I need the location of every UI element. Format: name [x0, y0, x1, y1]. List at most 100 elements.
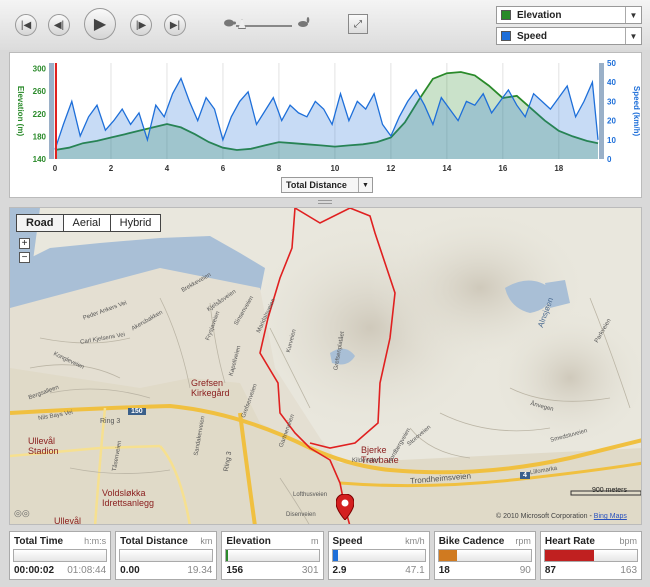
stat-speed: Speed km/h 2.9 47.1 [327, 531, 430, 580]
stat-value: 0.00 [120, 565, 140, 576]
right-axis-title: Speed (km/h) [632, 86, 641, 137]
stat-gauge-fill [332, 550, 339, 561]
map-copyright: © 2010 Microsoft Corporation - Bing Maps [496, 513, 627, 520]
location-pin-icon[interactable] [336, 494, 354, 520]
y-tick-label-right: 50 [607, 59, 616, 68]
stat-gauge-fill [544, 550, 594, 561]
map-logo: ◎◎ [14, 508, 30, 518]
stat-unit: km [200, 536, 213, 546]
stat-name: Speed [332, 536, 363, 547]
y-tick-label-right: 20 [607, 117, 616, 126]
tab-aerial[interactable]: Aerial [64, 215, 111, 231]
stat-gauge-fill [438, 550, 458, 561]
stat-elevation: Elevation m 156 301 [221, 531, 324, 580]
y-tick-label-right: 30 [607, 97, 616, 106]
chevron-down-icon: ▼ [358, 178, 372, 192]
road-shield: 150 [128, 408, 146, 415]
skip-to-start-icon: |◀ [20, 19, 32, 31]
stat-max: 19.34 [187, 565, 213, 576]
stat-unit: h:m:s [84, 536, 107, 546]
stat-max: 90 [519, 565, 531, 576]
street-label: Kildeveien [352, 458, 380, 464]
map-canvas [10, 208, 641, 524]
left-axis-bar [49, 63, 54, 159]
stat-value: 156 [226, 565, 244, 576]
stat-unit: bpm [619, 536, 638, 546]
x-axis-select[interactable]: Total Distance ▼ [281, 177, 373, 193]
bing-maps-link[interactable]: Bing Maps [594, 513, 627, 520]
place-label: Voldsløkka Idrettsanlegg [102, 488, 154, 508]
left-axis-title: Elevation (m) [16, 86, 25, 137]
stat-name: Heart Rate [544, 536, 595, 547]
elevation-swatch [501, 10, 511, 20]
stat-name: Total Time [14, 536, 64, 547]
stat-unit: m [311, 536, 319, 546]
x-tick-label: 0 [53, 164, 58, 173]
stat-gauge [437, 549, 532, 562]
rabbit-icon [298, 17, 310, 27]
place-label: Ullevål Stadion [28, 436, 59, 456]
stat-value: 18 [438, 565, 450, 576]
tab-road[interactable]: Road [17, 215, 64, 231]
step-forward-button[interactable]: |▶ [130, 14, 152, 36]
stat-total-time: Total Time h:m:s 00:00:02 01:08:44 [9, 531, 112, 580]
y-tick-label-left: 180 [33, 132, 47, 141]
x-tick-label: 2 [109, 164, 114, 173]
y-tick-label-right: 0 [607, 155, 612, 164]
stat-gauge [543, 549, 639, 562]
stats-bar: Total Time h:m:s 00:00:02 01:08:44 Total… [9, 531, 643, 580]
stat-gauge [13, 549, 108, 562]
playback-speed-handle[interactable] [238, 19, 246, 29]
y-tick-label-left: 140 [33, 155, 47, 164]
skip-to-start-button[interactable]: |◀ [15, 14, 37, 36]
stat-heart-rate: Heart Rate bpm 87 163 [539, 531, 643, 580]
turtle-icon [224, 19, 236, 27]
chevron-down-icon: ▼ [625, 7, 641, 23]
series-select-1-label: Elevation [517, 9, 562, 21]
stat-max: 163 [620, 565, 638, 576]
stat-name: Bike Cadence [438, 536, 505, 547]
chart-panel: 0 2 4 6 8 10 12 14 16 18 140 180 220 260 300 0 10 20 30 40 5… [9, 52, 642, 198]
tab-hybrid[interactable]: Hybrid [111, 215, 161, 231]
stat-unit: rpm [515, 536, 531, 546]
scale-label: 900 meters [592, 487, 628, 494]
place-label: Grefsen Kirkegård [191, 378, 230, 398]
fullscreen-button[interactable]: ⤢ [348, 14, 368, 34]
play-button[interactable]: ▶ [84, 8, 116, 40]
x-tick-label: 4 [165, 164, 170, 173]
zoom-in-button[interactable]: + [19, 238, 30, 249]
stat-gauge [225, 549, 320, 562]
stat-name: Elevation [226, 536, 271, 547]
y-tick-label-left: 300 [33, 65, 47, 74]
map-view[interactable]: Road Aerial Hybrid + − Grefsen Kirkegård… [9, 207, 642, 525]
x-tick-label: 10 [330, 164, 339, 173]
series-select-2[interactable]: Speed ▼ [496, 27, 642, 45]
x-tick-label: 8 [277, 164, 282, 173]
y-tick-label-left: 220 [33, 110, 47, 119]
series-area-speed [55, 78, 598, 159]
series-select-2-label: Speed [517, 30, 548, 42]
x-tick-label: 12 [386, 164, 395, 173]
street-label: Disenveien [286, 512, 316, 518]
stat-max: 01:08:44 [67, 565, 107, 576]
chevron-down-icon: ▼ [625, 28, 641, 44]
place-text: Ullevål Stadion [28, 436, 59, 456]
play-icon: ▶ [93, 16, 107, 33]
stat-value: 87 [544, 565, 556, 576]
road-shield: 4 [520, 472, 530, 479]
stat-total-distance: Total Distance km 0.00 19.34 [115, 531, 218, 580]
stat-bike-cadence: Bike Cadence rpm 18 90 [433, 531, 536, 580]
street-label: Lofthusveien [293, 492, 328, 498]
series-select-1[interactable]: Elevation ▼ [496, 6, 642, 24]
street-label: Ring 3 [100, 418, 121, 425]
step-back-button[interactable]: ◀| [48, 14, 70, 36]
y-tick-label-left: 260 [33, 87, 47, 96]
stat-value: 00:00:02 [14, 565, 55, 576]
step-forward-icon: |▶ [135, 19, 147, 31]
panel-splitter-handle[interactable] [318, 200, 332, 204]
stat-value: 2.9 [332, 565, 347, 576]
map-type-tabs: Road Aerial Hybrid [16, 214, 162, 232]
skip-to-end-button[interactable]: ▶| [164, 14, 186, 36]
zoom-out-button[interactable]: − [19, 252, 30, 263]
y-tick-label-right: 10 [607, 136, 616, 145]
